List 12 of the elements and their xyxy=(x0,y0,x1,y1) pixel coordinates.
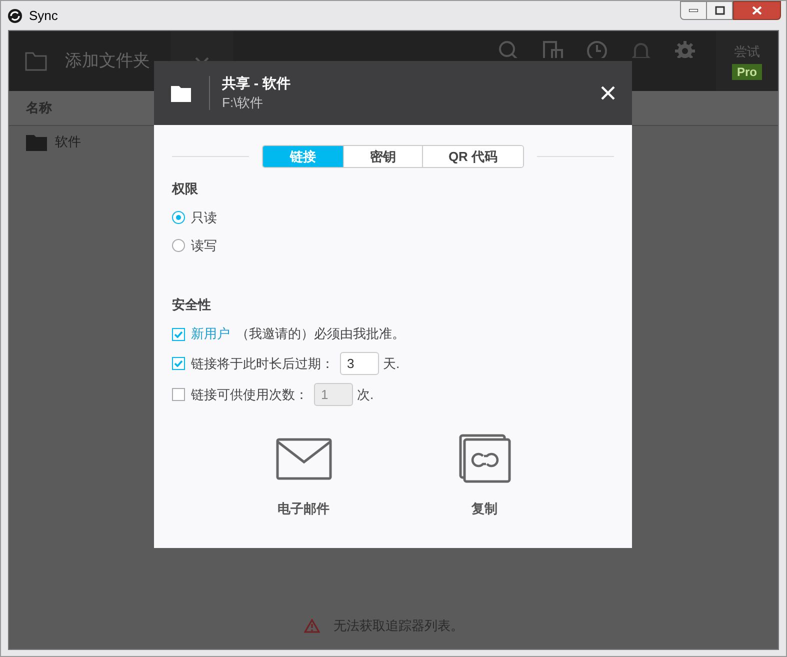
folder-path: F:\软件 xyxy=(222,94,264,112)
dialog-title: 共享 - 软件 xyxy=(222,74,290,93)
option-label: 链接可供使用次数： xyxy=(191,386,308,404)
unit-label: 次. xyxy=(357,386,374,404)
folder-name: 软件 xyxy=(55,133,81,152)
section-heading: 权限 xyxy=(172,180,198,198)
option-label: （我邀请的）必须由我批准。 xyxy=(236,325,405,344)
pro-badge: Pro xyxy=(732,64,762,80)
section-heading: 安全性 xyxy=(172,296,211,314)
window-title: Sync xyxy=(29,6,58,25)
unit-label: 天. xyxy=(383,354,400,373)
option-label: 链接将于此时长后过期： xyxy=(191,354,334,373)
